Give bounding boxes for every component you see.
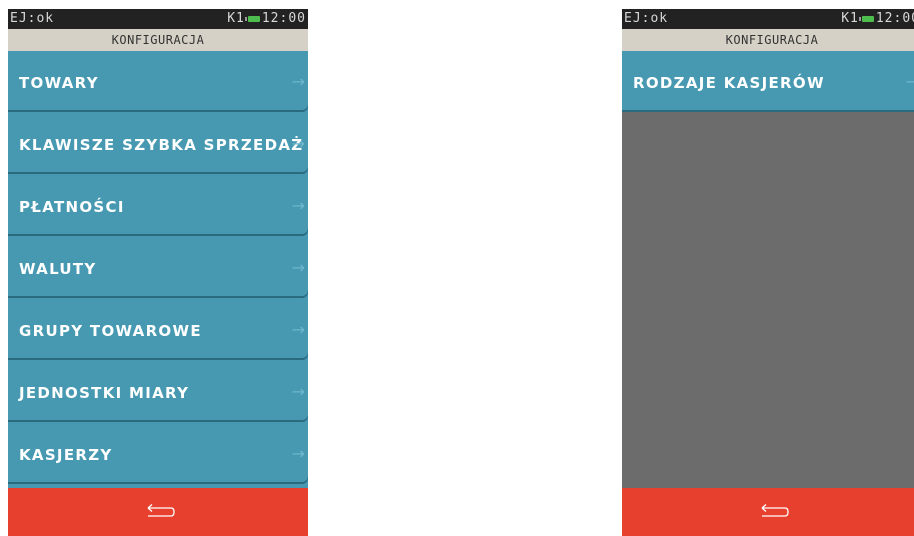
k1-indicator: K1: [841, 11, 859, 26]
config-screen-right: EJ:ok K1 12:00 KONFIGURACJA RODZAJE KASJ…: [622, 9, 914, 536]
ej-status: EJ:ok: [10, 11, 55, 26]
menu-item-kasjerzy[interactable]: KASJERZY →: [8, 423, 308, 482]
menu-item-label: PŁATNOŚCI: [19, 198, 125, 216]
menu-item-klawisze-szybka-sprzedaz[interactable]: KLAWISZE SZYBKA SPRZEDAŻ →: [8, 113, 308, 172]
menu-item-jednostki-miary[interactable]: JEDNOSTKI MIARY →: [8, 361, 308, 420]
page-title: KONFIGURACJA: [8, 29, 308, 51]
arrow-right-icon: →: [291, 72, 305, 91]
clock: 12:00: [875, 11, 914, 26]
arrow-right-icon: →: [291, 258, 305, 277]
menu-item-label: TOWARY: [19, 74, 99, 92]
menu-item-rodzaje-kasjerow[interactable]: RODZAJE KASJERÓW →: [622, 51, 914, 110]
back-arrow-icon: [140, 503, 176, 521]
menu-item-label: WALUTY: [19, 260, 97, 278]
clock: 12:00: [261, 11, 306, 26]
menu-item-label: RODZAJE KASJERÓW: [633, 74, 825, 92]
menu-item-waluty[interactable]: WALUTY →: [8, 237, 308, 296]
arrow-right-icon: →: [291, 320, 305, 339]
menu-item-towary[interactable]: TOWARY →: [8, 51, 308, 110]
back-button[interactable]: [8, 488, 308, 536]
menu-list: TOWARY → KLAWISZE SZYBKA SPRZEDAŻ → PŁAT…: [8, 51, 308, 488]
battery-icon: [858, 16, 874, 22]
arrow-right-icon: →: [905, 72, 914, 91]
arrow-right-icon: →: [291, 444, 305, 463]
status-right: K1 12:00: [841, 9, 914, 29]
menu-item-label: KLAWISZE SZYBKA SPRZEDAŻ: [19, 136, 304, 154]
k1-indicator: K1: [227, 11, 245, 26]
arrow-right-icon: →: [291, 196, 305, 215]
battery-icon: [244, 16, 260, 22]
menu-item-label: KASJERZY: [19, 446, 113, 464]
menu-item-grupy-towarowe[interactable]: GRUPY TOWAROWE →: [8, 299, 308, 358]
status-right: K1 12:00: [227, 9, 306, 29]
status-bar: EJ:ok K1 12:00: [8, 9, 308, 29]
back-arrow-icon: [754, 503, 790, 521]
menu-item-label: GRUPY TOWAROWE: [19, 322, 202, 340]
ej-status: EJ:ok: [624, 11, 669, 26]
back-button[interactable]: [622, 488, 914, 536]
page-title: KONFIGURACJA: [622, 29, 914, 51]
menu-list: RODZAJE KASJERÓW →: [622, 51, 914, 488]
arrow-right-icon: →: [291, 382, 305, 401]
arrow-right-icon: →: [291, 134, 305, 153]
menu-item-label: JEDNOSTKI MIARY: [19, 384, 190, 402]
config-screen-left: EJ:ok K1 12:00 KONFIGURACJA TOWARY → KLA…: [8, 9, 308, 536]
status-bar: EJ:ok K1 12:00: [622, 9, 914, 29]
menu-item-platnosci[interactable]: PŁATNOŚCI →: [8, 175, 308, 234]
